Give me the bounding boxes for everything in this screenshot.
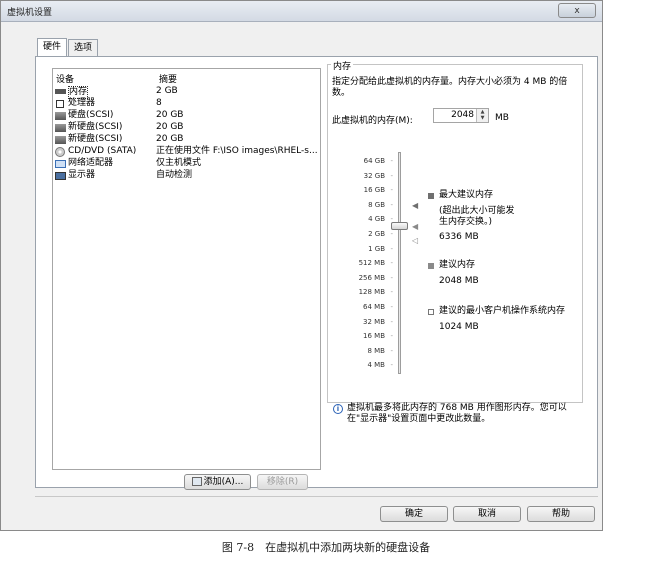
window-title: 虚拟机设置 bbox=[7, 8, 53, 18]
recommended-legend-value: 2048 MB bbox=[439, 276, 479, 286]
memory-scale-tick: 2 GB bbox=[345, 230, 393, 238]
max-legend-label: 最大建议内存 bbox=[439, 190, 494, 200]
memory-scale-tick: 32 MB bbox=[345, 318, 393, 326]
memory-icon bbox=[55, 89, 66, 94]
add-device-label: 添加(A)... bbox=[203, 477, 244, 487]
column-header-summary[interactable]: 摘要 bbox=[159, 72, 177, 85]
device-name: CD/DVD (SATA) bbox=[68, 146, 137, 156]
hardware-panel: 设备 摘要 内存 2 GB 处理器 8 硬盘(SCSI) 20 GB 新硬盘(S… bbox=[35, 56, 598, 490]
memory-scale-tick: 16 MB bbox=[345, 332, 393, 340]
graphics-memory-info-text: 虚拟机最多将此内存的 768 MB 用作图形内存。您可以在"显示器"设置页面中更… bbox=[347, 403, 567, 424]
info-icon: i bbox=[333, 404, 343, 414]
figure-caption: 图 7-8 在虚拟机中添加两块新的硬盘设备 bbox=[221, 541, 431, 554]
tab-hardware[interactable]: 硬件 bbox=[37, 38, 68, 57]
device-summary: 20 GB bbox=[156, 134, 184, 144]
column-header-device[interactable]: 设备 bbox=[56, 72, 74, 85]
device-summary: 仅主机模式 bbox=[156, 158, 202, 168]
device-row-memory[interactable]: 内存 2 GB bbox=[53, 86, 319, 99]
device-summary: 2 GB bbox=[156, 86, 178, 96]
memory-scale-tick: 4 MB bbox=[345, 361, 393, 369]
close-button[interactable]: x bbox=[558, 3, 596, 18]
memory-scale-tick: 512 MB bbox=[345, 259, 393, 267]
memory-field-label: 此虚拟机的内存(M): bbox=[332, 116, 413, 126]
hard-disk-icon bbox=[55, 112, 66, 120]
title-bar[interactable]: 虚拟机设置 x bbox=[1, 1, 602, 22]
device-list: 设备 摘要 内存 2 GB 处理器 8 硬盘(SCSI) 20 GB 新硬盘(S… bbox=[52, 68, 321, 470]
device-name: 处理器 bbox=[68, 98, 96, 108]
memory-scale-tick: 8 GB bbox=[345, 201, 393, 209]
memory-group: 内存 指定分配给此虚拟机的内存量。内存大小必须为 4 MB 的倍数。 此虚拟机的… bbox=[327, 59, 583, 403]
hard-disk-icon bbox=[55, 124, 66, 132]
min-legend-value: 1024 MB bbox=[439, 322, 479, 332]
memory-group-label: 内存 bbox=[331, 59, 354, 72]
remove-device-button[interactable]: 移除(R) bbox=[257, 474, 308, 490]
min-legend-swatch bbox=[428, 309, 434, 315]
memory-spinbox-value: 2048 bbox=[451, 110, 474, 120]
device-summary: 自动检测 bbox=[156, 170, 193, 180]
min-legend-label: 建议的最小客户机操作系统内存 bbox=[439, 306, 566, 316]
device-name: 新硬盘(SCSI) bbox=[68, 122, 123, 132]
device-summary: 20 GB bbox=[156, 110, 184, 120]
ok-button[interactable]: 确定 bbox=[380, 506, 448, 522]
device-name: 硬盘(SCSI) bbox=[68, 110, 114, 120]
memory-scale-tick: 4 GB bbox=[345, 215, 393, 223]
device-summary: 20 GB bbox=[156, 122, 184, 132]
max-legend-value: 6336 MB bbox=[439, 232, 479, 242]
device-summary: 8 bbox=[156, 98, 162, 108]
memory-slider-track[interactable] bbox=[398, 152, 401, 374]
device-row-network-adapter[interactable]: 网络适配器 仅主机模式 bbox=[53, 158, 319, 170]
recommended-legend-label: 建议内存 bbox=[439, 260, 476, 270]
device-row-new-hard-disk-1[interactable]: 新硬盘(SCSI) 20 GB bbox=[53, 122, 319, 134]
memory-slider-thumb[interactable] bbox=[391, 222, 408, 230]
device-row-display[interactable]: 显示器 自动检测 bbox=[53, 170, 319, 182]
add-device-button[interactable]: 添加(A)... bbox=[184, 474, 251, 490]
cd-dvd-icon bbox=[55, 147, 65, 157]
spin-arrows-icon[interactable]: ▲ ▼ bbox=[476, 109, 488, 122]
footer-divider bbox=[35, 496, 598, 497]
hard-disk-icon bbox=[55, 136, 66, 144]
device-name: 网络适配器 bbox=[68, 158, 114, 168]
max-legend-note: (超出此大小可能发生内存交换。) bbox=[439, 206, 515, 227]
memory-scale-tick: 8 MB bbox=[345, 347, 393, 355]
memory-scale-tick: 128 MB bbox=[345, 288, 393, 296]
device-summary: 正在使用文件 F:\ISO images\RHEL-s... bbox=[156, 146, 318, 156]
recommended-marker-icon: ◀ bbox=[412, 222, 419, 231]
memory-scale-tick: 1 GB bbox=[345, 245, 393, 253]
max-legend-swatch bbox=[428, 193, 434, 199]
device-name: 显示器 bbox=[68, 170, 96, 180]
memory-description: 指定分配给此虚拟机的内存量。内存大小必须为 4 MB 的倍数。 bbox=[332, 77, 568, 98]
memory-scale-tick: 16 GB bbox=[345, 186, 393, 194]
memory-spinbox[interactable]: 2048 ▲ ▼ bbox=[433, 108, 489, 123]
device-row-processor[interactable]: 处理器 8 bbox=[53, 98, 319, 110]
device-row-hard-disk[interactable]: 硬盘(SCSI) 20 GB bbox=[53, 110, 319, 122]
min-recommended-marker-icon: ◁ bbox=[412, 236, 419, 245]
add-device-icon bbox=[191, 477, 202, 486]
max-recommended-marker-icon: ◀ bbox=[412, 201, 419, 210]
network-adapter-icon bbox=[55, 160, 66, 168]
tab-options[interactable]: 选项 bbox=[68, 39, 99, 56]
cancel-button[interactable]: 取消 bbox=[453, 506, 521, 522]
device-name: 新硬盘(SCSI) bbox=[68, 134, 123, 144]
device-row-new-hard-disk-2[interactable]: 新硬盘(SCSI) 20 GB bbox=[53, 134, 319, 146]
memory-scale-tick: 64 MB bbox=[345, 303, 393, 311]
display-icon bbox=[55, 172, 66, 180]
recommended-legend-swatch bbox=[428, 263, 434, 269]
device-row-cd-dvd[interactable]: CD/DVD (SATA) 正在使用文件 F:\ISO images\RHEL-… bbox=[53, 146, 319, 158]
memory-scale-tick: 256 MB bbox=[345, 274, 393, 282]
help-button[interactable]: 帮助 bbox=[527, 506, 595, 522]
memory-scale-tick: 64 GB bbox=[345, 157, 393, 165]
memory-unit-label: MB bbox=[495, 113, 509, 123]
processor-icon bbox=[56, 100, 64, 108]
memory-scale-tick: 32 GB bbox=[345, 172, 393, 180]
